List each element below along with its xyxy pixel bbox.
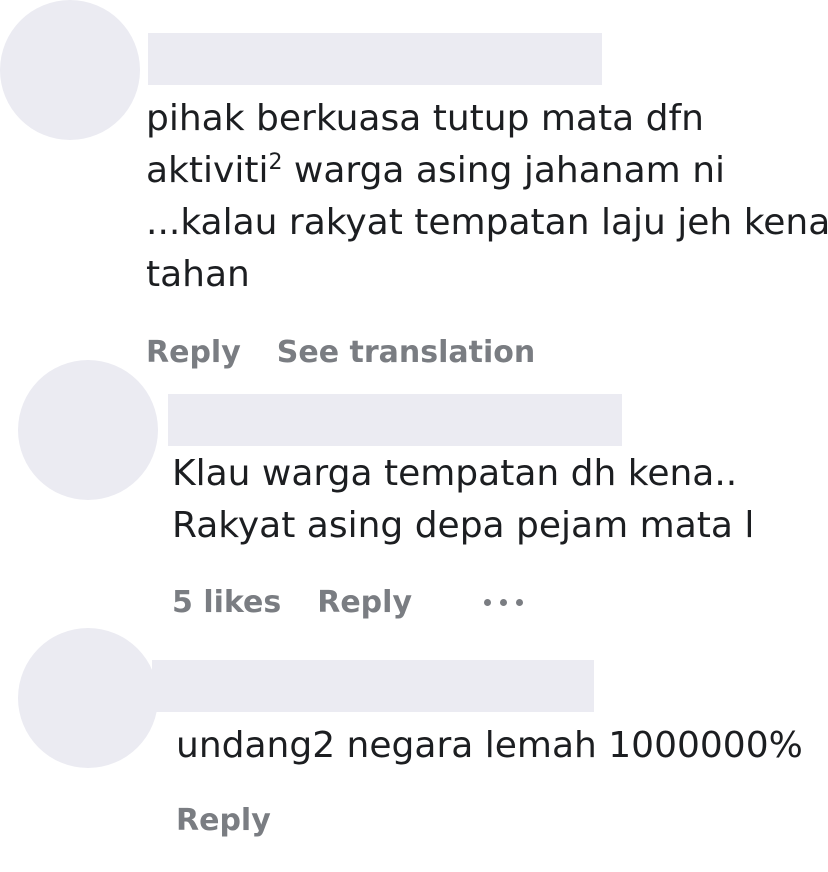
avatar[interactable] xyxy=(18,628,158,768)
redacted-author-name[interactable] xyxy=(168,394,622,446)
avatar[interactable] xyxy=(0,0,140,140)
comment-actions: 5 likes Reply xyxy=(172,580,523,624)
comment-actions: Reply See translation xyxy=(146,330,535,374)
reply-button[interactable]: Reply xyxy=(176,803,271,838)
redacted-author-name[interactable] xyxy=(152,660,594,712)
avatar[interactable] xyxy=(18,360,158,500)
comment-text: pihak berkuasa tutup mata dfn aktiviti2 … xyxy=(146,98,828,295)
see-translation-button[interactable]: See translation xyxy=(277,335,535,370)
reply-button[interactable]: Reply xyxy=(146,335,241,370)
likes-count: 5 likes xyxy=(172,584,282,620)
comment-actions: Reply xyxy=(176,798,271,842)
comment-text: Klau warga tempatan dh kena.. Rakyat asi… xyxy=(172,453,755,546)
redacted-author-name[interactable] xyxy=(148,33,602,85)
more-options-icon[interactable] xyxy=(484,598,523,606)
comment-text: undang2 negara lemah 1000000% xyxy=(176,725,803,766)
reply-button[interactable]: Reply xyxy=(317,585,412,620)
